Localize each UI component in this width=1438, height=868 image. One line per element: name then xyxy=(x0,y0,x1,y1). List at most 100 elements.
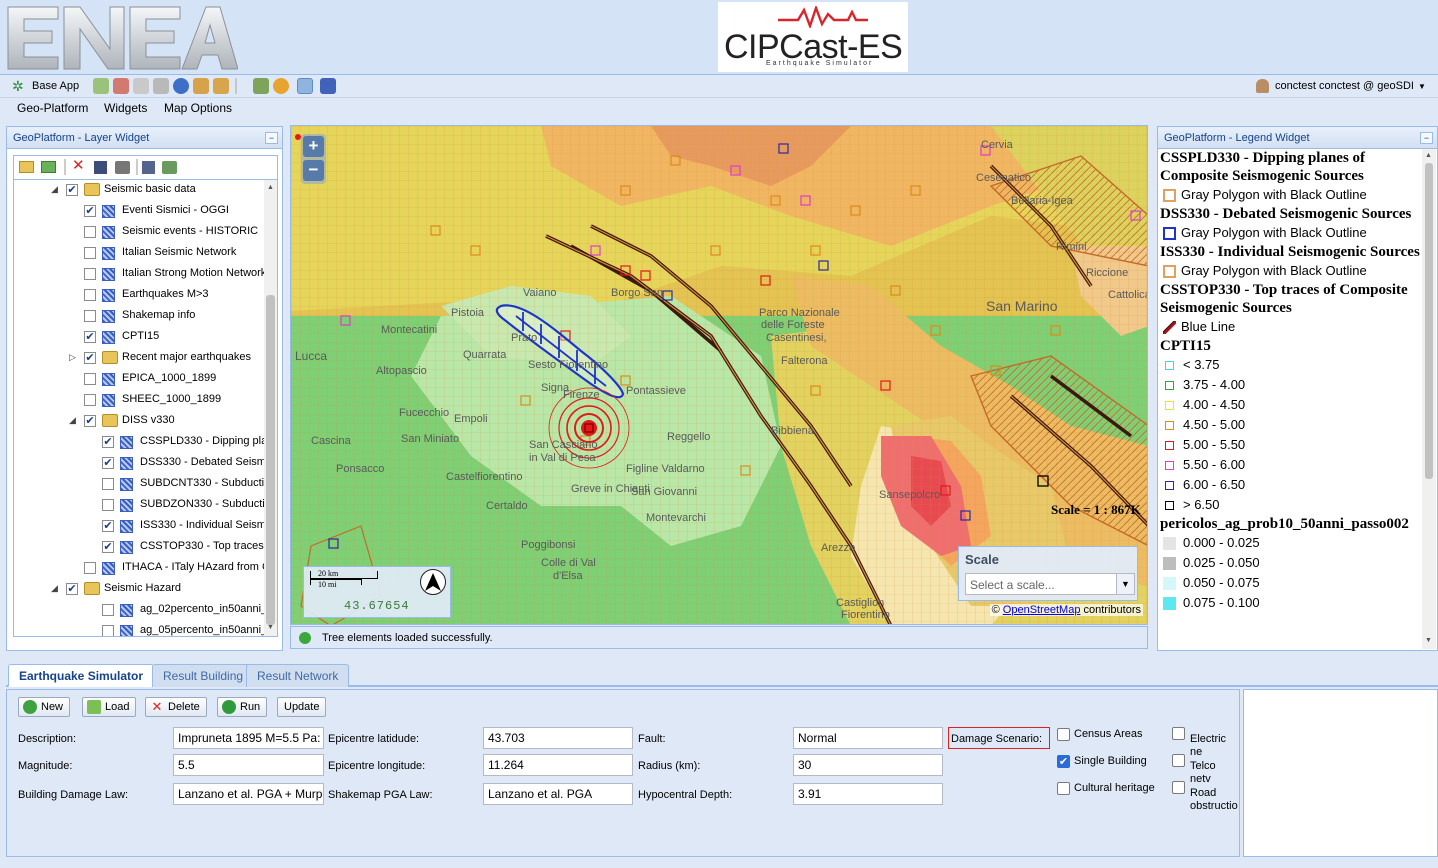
zoom-next-icon[interactable] xyxy=(153,78,169,94)
layer-checkbox[interactable] xyxy=(84,247,96,259)
radius-input[interactable]: 30 xyxy=(793,754,943,776)
epicentre-longitude-input[interactable]: 11.264 xyxy=(483,754,633,776)
legend-scrollbar[interactable]: ▲ ▼ xyxy=(1422,149,1436,649)
building-damage-law-input[interactable]: Lanzano et al. PGA + Murp xyxy=(173,783,324,805)
chevron-down-icon[interactable]: ▼ xyxy=(1116,574,1134,594)
map-viewport[interactable]: Cervia Cesenatico Bellaria-Igea Rimini Ricci… xyxy=(290,125,1148,625)
tree-node[interactable]: ✔ CSSPLD330 - Dipping pla xyxy=(14,432,267,453)
layer-checkbox[interactable] xyxy=(84,394,96,406)
run-button[interactable]: Run xyxy=(217,697,268,717)
scroll-down-icon[interactable]: ▼ xyxy=(267,624,274,631)
measure-icon[interactable] xyxy=(193,78,209,94)
scenario-checkbox[interactable]: ✔ xyxy=(1057,755,1070,768)
layer-checkbox[interactable] xyxy=(102,604,114,616)
layer-checkbox[interactable] xyxy=(84,310,96,322)
tree-node[interactable]: ag_02percento_in50anni_ xyxy=(14,600,267,621)
pan-tool-icon[interactable] xyxy=(297,78,313,94)
save-icon[interactable] xyxy=(94,161,107,174)
tree-node[interactable]: SUBDZON330 - Subducti xyxy=(14,495,266,516)
menu-map-options[interactable]: Map Options xyxy=(164,101,232,115)
zoom-in-button[interactable]: + xyxy=(303,136,324,157)
layer-checkbox[interactable] xyxy=(84,562,96,574)
cube-icon[interactable] xyxy=(320,78,336,94)
layer-checkbox[interactable] xyxy=(84,289,96,301)
layer-checkbox[interactable]: ✔ xyxy=(84,415,96,427)
tree-node[interactable]: SUBDCNT330 - Subducti xyxy=(14,474,266,495)
layer-checkbox[interactable]: ✔ xyxy=(84,352,96,364)
zoom-previous-icon[interactable] xyxy=(133,78,149,94)
tree-node[interactable]: Italian Strong Motion Network xyxy=(14,264,266,285)
tree-node[interactable]: ◢ ✔ DISS v330 xyxy=(14,411,266,432)
tree-node[interactable]: ✔ DSS330 - Debated Seism xyxy=(14,453,266,474)
update-button[interactable]: Update xyxy=(277,697,327,717)
menu-geo-platform[interactable]: Geo-Platform xyxy=(17,101,88,115)
layer-checkbox[interactable] xyxy=(84,268,96,280)
layer-checkbox[interactable] xyxy=(102,499,114,511)
layer-checkbox[interactable] xyxy=(84,373,96,385)
tree-node[interactable]: Seismic events - HISTORIC xyxy=(14,222,266,243)
zoom-out-button[interactable]: − xyxy=(303,160,324,181)
tree-node[interactable]: ag_05percento_in50anni_ xyxy=(14,621,267,636)
user-menu[interactable]: conctest conctest @ geoSDI ▼ xyxy=(1254,78,1434,95)
zoom-in-tool-icon[interactable] xyxy=(93,78,109,94)
expand-arrow-icon[interactable]: ◢ xyxy=(51,583,58,594)
hypocentral-depth-input[interactable]: 3.91 xyxy=(793,783,943,805)
print-icon[interactable] xyxy=(115,161,130,174)
network-checkbox[interactable] xyxy=(1172,727,1185,740)
scroll-up-icon[interactable]: ▲ xyxy=(267,184,274,191)
layer-checkbox[interactable] xyxy=(102,625,114,636)
tree-node[interactable]: Earthquakes M>3 xyxy=(14,285,266,306)
expand-arrow-icon[interactable]: ◢ xyxy=(69,415,76,426)
export-icon[interactable] xyxy=(253,78,269,94)
tree-scrollbar[interactable]: ▲ ▼ xyxy=(264,180,277,636)
menu-widgets[interactable]: Widgets xyxy=(104,101,147,115)
layer-checkbox[interactable]: ✔ xyxy=(66,583,78,595)
add-folder-icon[interactable] xyxy=(19,161,34,173)
base-app-button[interactable]: ✲ Base App xyxy=(10,78,85,95)
save-as-icon[interactable] xyxy=(142,161,155,174)
layer-checkbox[interactable]: ✔ xyxy=(84,331,96,343)
tree-node[interactable]: ✔ CPTI15 xyxy=(14,327,266,348)
layer-checkbox[interactable]: ✔ xyxy=(102,541,114,553)
tab-result-building[interactable]: Result Building xyxy=(152,664,255,687)
epicentre-latitude-input[interactable]: 43.703 xyxy=(483,727,633,749)
tree-node[interactable]: EPICA_1000_1899 xyxy=(14,369,266,390)
layer-checkbox[interactable]: ✔ xyxy=(102,520,114,532)
magnitude-input[interactable]: 5.5 xyxy=(173,754,324,776)
network-checkbox[interactable] xyxy=(1172,781,1185,794)
tree-node[interactable]: Italian Seismic Network xyxy=(14,243,266,264)
scroll-down-icon[interactable]: ▼ xyxy=(1425,637,1432,644)
street-view-icon[interactable] xyxy=(273,78,289,94)
tree-node[interactable]: ✔ Eventi Sismici - OGGI xyxy=(14,201,266,222)
tree-node[interactable]: ITHACA - ITaly HAzard from C xyxy=(14,558,270,579)
tree-node[interactable]: ▷ ✔ Recent major earthquakes xyxy=(14,348,266,369)
network-checkbox[interactable] xyxy=(1172,754,1185,767)
tree-node[interactable]: SHEEC_1000_1899 xyxy=(14,390,266,411)
expand-arrow-icon[interactable]: ◢ xyxy=(51,184,58,195)
tree-node[interactable]: ◢ ✔ Seismic Hazard xyxy=(14,579,266,600)
info-icon[interactable] xyxy=(173,78,189,94)
delete-button[interactable]: ✕ Delete xyxy=(145,697,207,717)
layer-checkbox[interactable]: ✔ xyxy=(102,457,114,469)
fault-input[interactable]: Normal xyxy=(793,727,943,749)
new-button[interactable]: New xyxy=(18,697,71,717)
tab-result-network[interactable]: Result Network xyxy=(246,664,350,687)
description-input[interactable]: Impruneta 1895 M=5.5 Pa: xyxy=(173,727,324,749)
openstreetmap-link[interactable]: OpenStreetMap xyxy=(1003,604,1081,616)
zoom-out-tool-icon[interactable] xyxy=(113,78,129,94)
scenario-checkbox[interactable] xyxy=(1057,782,1070,795)
scale-select[interactable]: Select a scale... ▼ xyxy=(965,573,1135,595)
layer-checkbox[interactable]: ✔ xyxy=(102,436,114,448)
tree-node[interactable]: ◢ ✔ Seismic basic data xyxy=(14,180,266,201)
refresh-icon[interactable] xyxy=(162,161,177,174)
tree-node[interactable]: ✔ CSSTOP330 - Top traces xyxy=(14,537,266,558)
collapse-arrow-icon[interactable]: ▷ xyxy=(69,352,76,363)
tree-node[interactable]: Shakemap info xyxy=(14,306,266,327)
load-button[interactable]: Load xyxy=(82,697,137,717)
delete-icon[interactable]: ✕ xyxy=(72,158,85,173)
tree-node[interactable]: ✔ ISS330 - Individual Seism xyxy=(14,516,266,537)
legend-scroll-thumb[interactable] xyxy=(1425,163,1433,479)
scenario-checkbox[interactable] xyxy=(1057,728,1070,741)
collapse-legend-widget-button[interactable]: − xyxy=(1420,132,1433,144)
layer-checkbox[interactable] xyxy=(102,478,114,490)
